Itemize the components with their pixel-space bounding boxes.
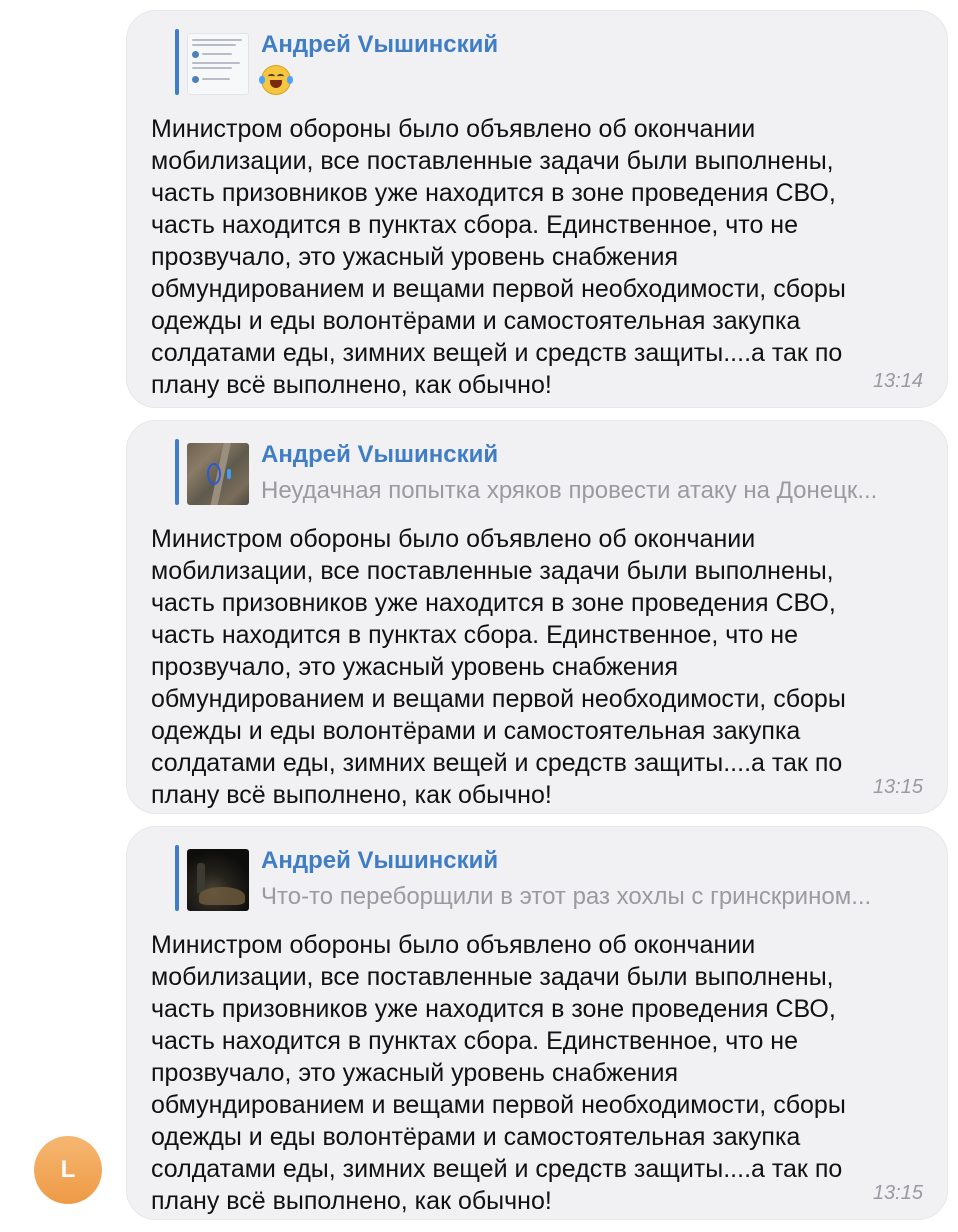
reply-author: Андрей Vышинский — [261, 847, 499, 874]
message-time: 13:14 — [872, 370, 923, 392]
message-time: 13:15 — [872, 1182, 923, 1204]
reply-bar — [175, 29, 179, 95]
message-text: Министром обороны было объявлено об окон… — [151, 115, 846, 399]
reply-snippet: Неудачная попытка хряков провести атаку … — [261, 477, 878, 504]
reply-bar — [175, 439, 179, 505]
message-text: Министром обороны было объявлено об окон… — [151, 931, 846, 1215]
message-time: 13:15 — [872, 776, 923, 798]
reply-thumbnail — [187, 33, 249, 95]
chat-view: Андрей Vышинский Министром обороны было … — [0, 0, 958, 1232]
laughing-tears-emoji-icon — [259, 65, 293, 95]
reply-author: Андрей Vышинский — [261, 441, 499, 468]
reply-snippet: Что-то переборщили в этот раз хохлы с гр… — [261, 883, 872, 910]
message-text: Министром обороны было объявлено об окон… — [151, 525, 846, 809]
reply-preview[interactable]: Андрей Vышинский Неудачная попытка хряко… — [151, 439, 923, 505]
reply-preview[interactable]: Андрей Vышинский Что-то переборщили в эт… — [151, 845, 923, 911]
reply-thumbnail — [187, 443, 249, 505]
avatar[interactable]: L — [34, 1136, 102, 1204]
reply-author: Андрей Vышинский — [261, 31, 499, 58]
reply-preview[interactable]: Андрей Vышинский — [151, 29, 923, 95]
message-bubble[interactable]: Андрей Vышинский Министром обороны было … — [126, 10, 948, 408]
reply-thumbnail — [187, 849, 249, 911]
reply-bar — [175, 845, 179, 911]
message-bubble[interactable]: Андрей Vышинский Что-то переборщили в эт… — [126, 826, 948, 1220]
message-bubble[interactable]: Андрей Vышинский Неудачная попытка хряко… — [126, 420, 948, 814]
